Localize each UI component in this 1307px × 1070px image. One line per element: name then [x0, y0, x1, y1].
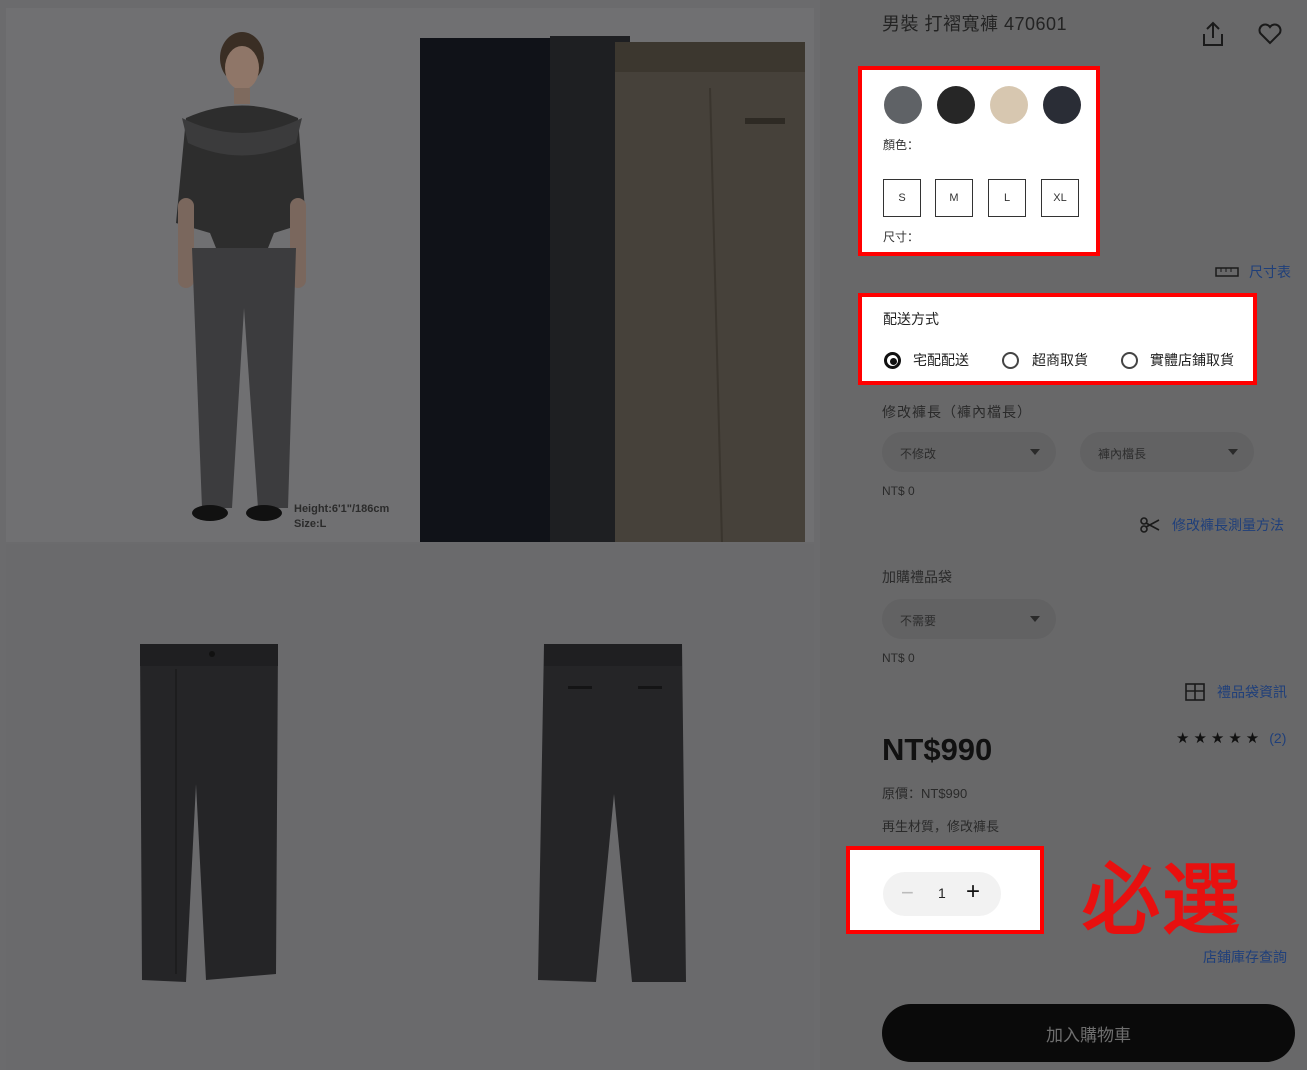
trousers-back-image	[538, 644, 686, 982]
trousers-colors-image	[420, 36, 805, 542]
quantity-stepper: − 1 +	[883, 872, 1001, 916]
product-title: 男裝 打褶寬褲 470601	[882, 14, 1068, 34]
color-swatch-beige[interactable]	[990, 86, 1028, 124]
gift-bag-select[interactable]: 不需要	[882, 599, 1056, 639]
hem-measure-link[interactable]: 修改褲長測量方法	[1140, 515, 1284, 535]
hem-heading: 修改褲長（褲內檔長）	[882, 404, 1032, 420]
add-to-cart-button[interactable]: 加入購物車	[882, 1004, 1295, 1062]
favorite-heart-icon[interactable]	[1257, 22, 1283, 46]
model-photo[interactable]: Height:6'1"/186cm Size:L	[6, 8, 410, 542]
hem-measure-label: 修改褲長測量方法	[1172, 517, 1284, 533]
hem-alteration-select[interactable]: 不修改	[882, 432, 1056, 472]
quantity-plus-button[interactable]: +	[966, 878, 980, 906]
color-swatch-gray[interactable]	[884, 86, 922, 124]
scissors-icon	[1140, 517, 1160, 533]
size-chart-label: 尺寸表	[1249, 264, 1291, 280]
current-price: NT$990	[882, 732, 993, 767]
gift-icon	[1185, 683, 1205, 701]
share-icon[interactable]	[1200, 20, 1226, 48]
model-height: Height:6'1"/186cm	[294, 503, 390, 515]
gift-bag-price: NT$ 0	[882, 651, 915, 665]
hem-alteration-value: 不修改	[900, 447, 937, 461]
variant-selection-highlight: 顏色： S M L XL 尺寸：	[858, 66, 1100, 256]
size-option-l[interactable]: L	[988, 179, 1026, 217]
delivery-option-store-pickup[interactable]: 實體店鋪取貨	[1150, 350, 1234, 370]
size-label: 尺寸：	[883, 230, 920, 244]
model-size: Size:L	[294, 518, 327, 530]
gift-bag-heading: 加購禮品袋	[882, 569, 952, 585]
quantity-value[interactable]: 1	[938, 885, 946, 901]
model-figure-image	[176, 32, 306, 521]
gift-bag-info-label: 禮品袋資訊	[1217, 684, 1287, 700]
inseam-length-select[interactable]: 褲內檔長	[1080, 432, 1254, 472]
size-option-xl[interactable]: XL	[1041, 179, 1079, 217]
inseam-length-value: 褲內檔長	[1098, 447, 1147, 461]
chevron-down-icon	[1030, 616, 1040, 622]
gift-bag-info-link[interactable]: 禮品袋資訊	[1185, 682, 1287, 702]
delivery-option-home[interactable]: 宅配配送	[913, 350, 969, 370]
quantity-highlight: − 1 +	[846, 846, 1044, 934]
gift-bag-value: 不需要	[900, 614, 937, 628]
back-view-photo[interactable]	[410, 544, 814, 1070]
delivery-heading: 配送方式	[883, 311, 939, 327]
model-info: Height:6'1"/186cm Size:L	[294, 502, 389, 532]
color-swatch-black[interactable]	[937, 86, 975, 124]
original-price: 原價：NT$990	[882, 786, 968, 801]
delivery-radio-store-pickup[interactable]	[1121, 352, 1138, 369]
front-view-photo[interactable]	[6, 544, 410, 1070]
chevron-down-icon	[1030, 449, 1040, 455]
store-stock-link[interactable]: 店鋪庫存查詢	[1203, 947, 1287, 967]
delivery-method-highlight: 配送方式 宅配配送 超商取貨 實體店鋪取貨	[858, 293, 1257, 385]
required-annotation: 必選	[1082, 856, 1243, 944]
quantity-minus-button[interactable]: −	[901, 880, 914, 906]
size-chart-link[interactable]: 尺寸表	[1215, 262, 1291, 282]
size-option-m[interactable]: M	[935, 179, 973, 217]
rating[interactable]: ★★★★★ (2)	[1176, 729, 1286, 747]
ruler-icon	[1215, 267, 1239, 277]
color-label: 顏色：	[883, 138, 920, 152]
star-icons: ★★★★★	[1176, 730, 1264, 747]
review-count: (2)	[1269, 730, 1287, 746]
hem-price: NT$ 0	[882, 484, 915, 498]
chevron-down-icon	[1228, 449, 1238, 455]
color-lineup-photo[interactable]	[410, 8, 814, 542]
trousers-front-image	[140, 644, 278, 982]
size-option-s[interactable]: S	[883, 179, 921, 217]
delivery-radio-convenience-store[interactable]	[1002, 352, 1019, 369]
product-gallery: Height:6'1"/186cm Size:L	[0, 0, 820, 1070]
delivery-radio-home[interactable]	[884, 352, 901, 369]
delivery-option-convenience-store[interactable]: 超商取貨	[1032, 350, 1088, 370]
color-swatch-navy[interactable]	[1043, 86, 1081, 124]
product-tags: 再生材質，修改褲長	[882, 819, 1000, 834]
